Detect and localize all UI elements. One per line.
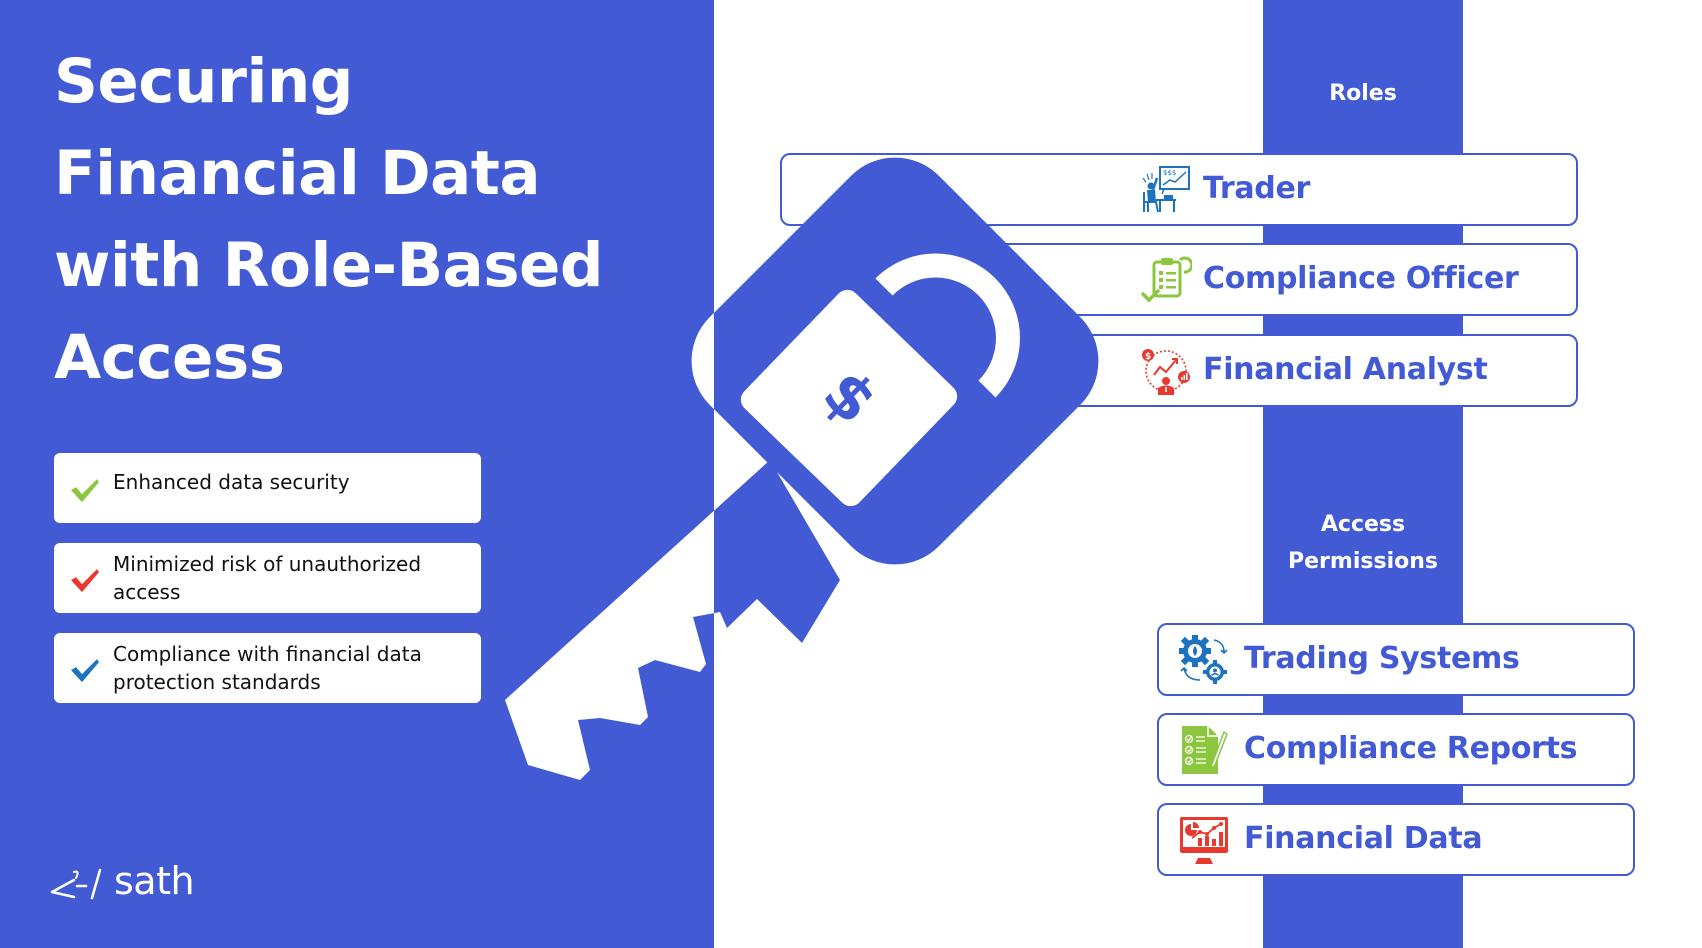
role-label: Trader — [1203, 170, 1311, 206]
logo-text: sath — [114, 859, 195, 903]
benefit-text: Enhanced data security — [113, 470, 350, 494]
benefit-item: Compliance with financial data protectio… — [54, 633, 481, 703]
gears-cycle-icon — [1179, 634, 1228, 684]
permission-item-financial-data: Financial Data — [1157, 803, 1635, 876]
role-item-financial-analyst: $ Financial Analyst — [780, 334, 1578, 407]
permission-item-compliance-reports: Compliance Reports — [1157, 713, 1635, 786]
monitor-chart-icon — [1180, 816, 1228, 864]
brand-logo: sath — [50, 859, 195, 903]
check-icon — [71, 479, 99, 503]
benefit-item: Minimized risk of unauthorized access — [54, 543, 481, 613]
trader-icon: $$$ — [1142, 165, 1190, 212]
benefits-list: Enhanced data security Minimized risk of… — [54, 453, 481, 723]
benefit-item: Enhanced data security — [54, 453, 481, 523]
permission-label: Trading Systems — [1244, 640, 1520, 676]
report-document-icon — [1182, 725, 1228, 774]
role-label: Financial Analyst — [1203, 351, 1488, 387]
svg-text:$$$: $$$ — [1163, 169, 1176, 177]
permission-item-trading-systems: Trading Systems — [1157, 623, 1635, 696]
page-title: Securing Financial Data with Role-Based … — [54, 46, 604, 393]
permissions-heading: Access Permissions — [1288, 512, 1438, 574]
benefit-text: Minimized risk of unauthorized access — [113, 552, 422, 604]
role-item-compliance-officer: Compliance Officer — [780, 243, 1578, 316]
permission-label: Financial Data — [1244, 820, 1483, 856]
analyst-chart-icon: $ — [1142, 348, 1190, 395]
benefit-text: Compliance with financial data protectio… — [113, 642, 422, 694]
check-icon — [71, 659, 99, 683]
clipboard-checklist-icon — [1141, 256, 1192, 302]
roles-heading: Roles — [1329, 81, 1397, 106]
permission-label: Compliance Reports — [1244, 730, 1578, 766]
check-icon — [71, 569, 99, 593]
svg-text:$: $ — [1145, 352, 1151, 362]
sath-logo-mark-icon — [50, 868, 102, 900]
role-label: Compliance Officer — [1203, 260, 1519, 296]
role-item-trader: $$$ Trader — [780, 153, 1578, 226]
